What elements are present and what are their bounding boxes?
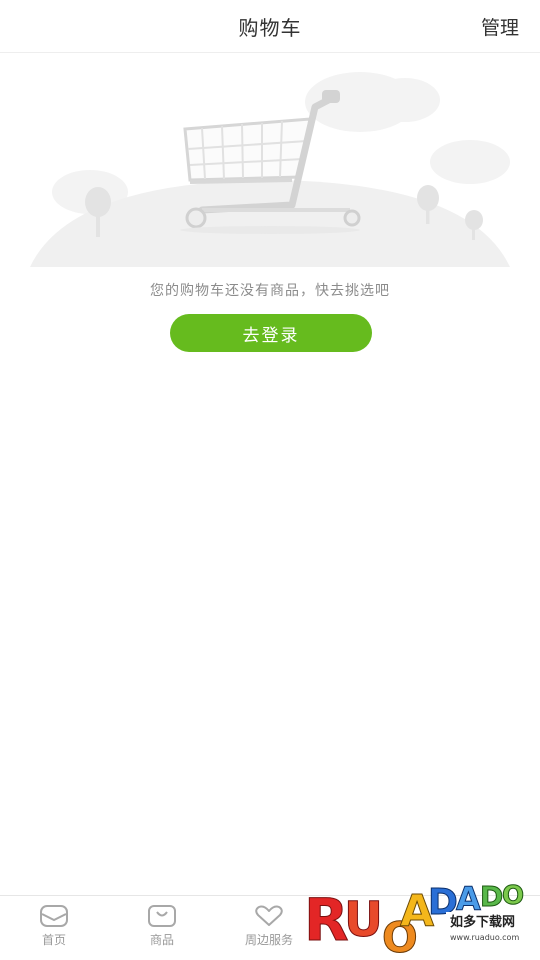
svg-text:如多下载网: 如多下载网 — [450, 914, 515, 930]
watermark-logo: R U O A D A D O 如多下载网 www.ruaduo.com — [304, 880, 538, 960]
manage-button[interactable]: 管理 — [481, 13, 519, 40]
empty-cart-message: 您的购物车还没有商品，快去挑选吧 — [150, 283, 390, 299]
svg-text:D: D — [480, 880, 503, 913]
tab-products-label: 商品 — [149, 933, 174, 947]
shopping-cart-illustration — [30, 72, 510, 267]
home-icon — [40, 905, 68, 927]
svg-text:www.ruaduo.com: www.ruaduo.com — [450, 933, 519, 942]
header-bar: 购物车 管理 — [0, 0, 540, 53]
tab-nearby-services[interactable]: 周边服务 — [229, 904, 309, 948]
login-button[interactable]: 去登录 — [170, 314, 372, 352]
page-title: 购物车 — [238, 16, 302, 40]
tab-nearby-services-label: 周边服务 — [244, 933, 293, 947]
bag-icon — [148, 905, 176, 927]
heart-icon — [255, 905, 283, 926]
tab-products[interactable]: 商品 — [122, 904, 202, 948]
svg-text:U: U — [344, 892, 383, 948]
svg-text:O: O — [502, 881, 524, 911]
tab-home[interactable]: 首页 — [14, 904, 94, 948]
tab-home-label: 首页 — [41, 933, 66, 947]
svg-text:R: R — [304, 886, 349, 954]
